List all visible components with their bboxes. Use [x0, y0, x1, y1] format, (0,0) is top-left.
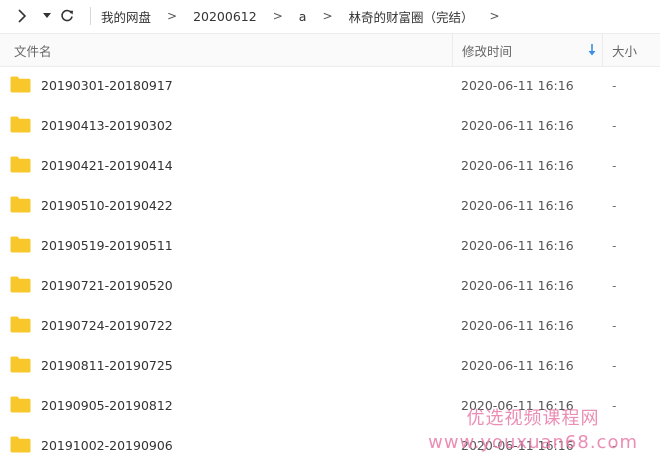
file-size: - [612, 398, 617, 413]
file-modified: 2020-06-11 16:16 [461, 278, 574, 293]
file-size: - [612, 158, 617, 173]
file-modified: 2020-06-11 16:16 [461, 198, 574, 213]
file-name[interactable]: 20190905-20190812 [41, 386, 173, 426]
column-header-size[interactable]: 大小 [602, 34, 660, 66]
file-modified: 2020-06-11 16:16 [461, 318, 574, 333]
file-size: - [612, 198, 617, 213]
file-name[interactable]: 20190301-20180917 [41, 66, 173, 106]
folder-icon [10, 76, 31, 93]
file-name[interactable]: 20191002-20190906 [41, 426, 173, 466]
file-row[interactable]: 20191002-20190906 2020-06-11 16:16 - [0, 426, 660, 466]
file-list: 20190301-20180917 2020-06-11 16:16-201904… [0, 66, 660, 466]
file-size: - [612, 438, 617, 453]
folder-icon [10, 156, 31, 173]
chevron-right-icon [18, 9, 27, 23]
file-size: - [612, 118, 617, 133]
breadcrumb-item-subfolder[interactable]: a [299, 9, 307, 24]
refresh-icon [61, 9, 73, 22]
folder-icon [10, 116, 31, 133]
file-modified: 2020-06-11 16:16 [461, 238, 574, 253]
file-row[interactable]: 20190905-20190812 2020-06-11 16:16 - [0, 386, 660, 426]
file-modified: 2020-06-11 16:16 [461, 118, 574, 133]
file-size: - [612, 358, 617, 373]
refresh-button[interactable] [58, 4, 76, 28]
breadcrumb-separator-icon: > [322, 9, 333, 23]
nav-divider [90, 7, 91, 25]
file-name[interactable]: 20190724-20190722 [41, 306, 173, 346]
file-row[interactable]: 20190724-20190722 2020-06-11 16:16 - [0, 306, 660, 346]
breadcrumb-separator-icon: > [272, 9, 283, 23]
sort-descending-icon [588, 44, 596, 56]
file-name[interactable]: 20190421-20190414 [41, 146, 173, 186]
breadcrumb-item-root[interactable]: 我的网盘 [101, 7, 151, 26]
file-modified: 2020-06-11 16:16 [461, 158, 574, 173]
file-modified: 2020-06-11 16:16 [461, 398, 574, 413]
folder-icon [10, 436, 31, 453]
file-name[interactable]: 20190413-20190302 [41, 106, 173, 146]
history-dropdown-button[interactable] [42, 4, 52, 28]
column-header-row: 文件名 修改时间 大小 [0, 33, 660, 67]
forward-button[interactable] [14, 4, 30, 28]
column-header-modified-label: 修改时间 [462, 43, 513, 59]
file-row[interactable]: 20190721-20190520 2020-06-11 16:16 - [0, 266, 660, 306]
navigation-bar: 我的网盘 > 20200612 > a > 林奇的财富圈（完结） > [0, 0, 660, 32]
file-size: - [612, 278, 617, 293]
folder-icon [10, 276, 31, 293]
file-row[interactable]: 20190413-20190302 2020-06-11 16:16 - [0, 106, 660, 146]
file-row[interactable]: 20190510-20190422 2020-06-11 16:16 - [0, 186, 660, 226]
file-modified: 2020-06-11 16:16 [461, 78, 574, 93]
file-row[interactable]: 20190811-20190725 2020-06-11 16:16 - [0, 346, 660, 386]
file-row[interactable]: 20190421-20190414 2020-06-11 16:16 - [0, 146, 660, 186]
file-name[interactable]: 20190811-20190725 [41, 346, 173, 386]
file-name[interactable]: 20190519-20190511 [41, 226, 173, 266]
file-row[interactable]: 20190301-20180917 2020-06-11 16:16 - [0, 66, 660, 106]
file-name[interactable]: 20190721-20190520 [41, 266, 173, 306]
folder-icon [10, 316, 31, 333]
file-size: - [612, 238, 617, 253]
file-size: - [612, 78, 617, 93]
file-name[interactable]: 20190510-20190422 [41, 186, 173, 226]
folder-icon [10, 356, 31, 373]
folder-icon [10, 396, 31, 413]
file-modified: 2020-06-11 16:16 [461, 438, 574, 453]
folder-icon [10, 236, 31, 253]
column-header-name[interactable]: 文件名 [14, 34, 444, 66]
breadcrumb-separator-icon: > [167, 9, 178, 23]
file-modified: 2020-06-11 16:16 [461, 358, 574, 373]
folder-icon [10, 196, 31, 213]
caret-down-icon [43, 13, 51, 18]
breadcrumb: 我的网盘 > 20200612 > a > 林奇的财富圈（完结） > [101, 7, 516, 26]
column-header-modified[interactable]: 修改时间 [452, 34, 602, 66]
breadcrumb-item-current[interactable]: 林奇的财富圈（完结） [349, 7, 474, 26]
file-browser: 我的网盘 > 20200612 > a > 林奇的财富圈（完结） > 文件名 修… [0, 0, 660, 466]
file-size: - [612, 318, 617, 333]
breadcrumb-expand-icon[interactable]: > [490, 9, 500, 23]
breadcrumb-item-folder[interactable]: 20200612 [193, 9, 257, 24]
file-row[interactable]: 20190519-20190511 2020-06-11 16:16 - [0, 226, 660, 266]
